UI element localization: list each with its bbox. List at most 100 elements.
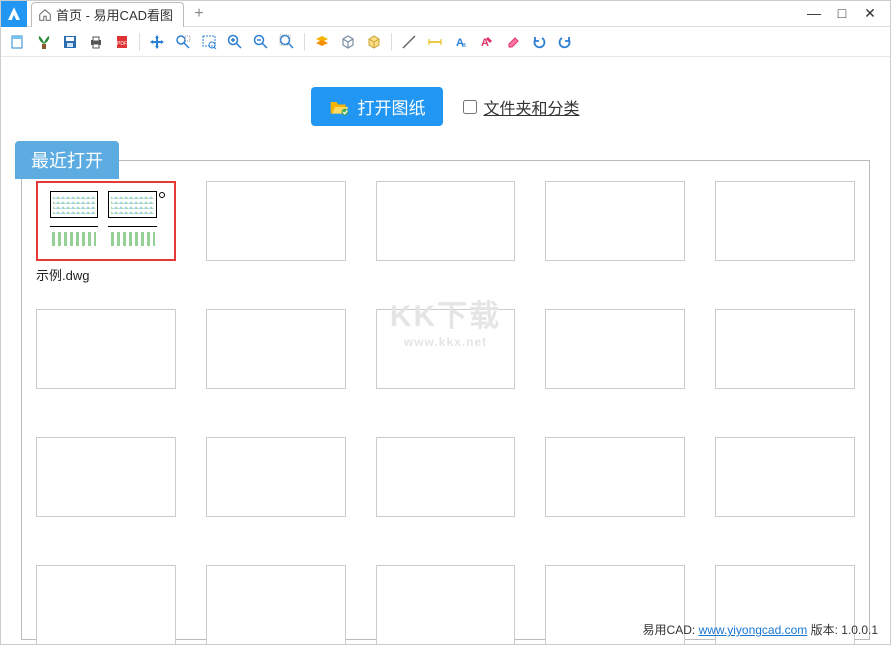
file-name-label <box>206 521 346 537</box>
file-name-label <box>545 393 685 409</box>
file-name-label <box>206 265 346 281</box>
new-icon[interactable] <box>7 31 29 53</box>
file-card <box>376 181 516 281</box>
top-actions: 打开图纸 文件夹和分类 <box>21 87 870 126</box>
folder-checkbox[interactable] <box>463 100 477 114</box>
file-thumbnail <box>206 309 346 389</box>
minimize-button[interactable]: — <box>806 5 822 22</box>
annotate-icon[interactable]: A <box>476 31 498 53</box>
file-card <box>36 437 176 537</box>
file-name-label <box>545 521 685 537</box>
file-card <box>206 437 346 537</box>
palm-icon[interactable] <box>33 31 55 53</box>
file-name-label <box>206 393 346 409</box>
file-name-label <box>376 265 516 281</box>
file-card[interactable]: 示例.dwg <box>36 181 176 281</box>
file-thumbnail <box>376 437 516 517</box>
file-name-label <box>715 649 855 665</box>
close-button[interactable]: ✕ <box>862 5 878 22</box>
dimension-icon[interactable] <box>424 31 446 53</box>
save-icon[interactable] <box>59 31 81 53</box>
recent-tab[interactable]: 最近打开 <box>15 141 119 179</box>
titlebar: 首页 - 易用CAD看图 + — □ ✕ <box>1 1 890 27</box>
file-name-label <box>715 521 855 537</box>
open-drawing-button[interactable]: 打开图纸 <box>311 87 443 126</box>
line-icon[interactable] <box>398 31 420 53</box>
file-card <box>545 181 685 281</box>
file-name-label <box>376 521 516 537</box>
file-name-label <box>36 393 176 409</box>
maximize-button[interactable]: □ <box>834 5 850 22</box>
folder-label: 文件夹和分类 <box>483 95 579 119</box>
file-name-label <box>36 521 176 537</box>
zoom-select-icon[interactable] <box>172 31 194 53</box>
window-controls: — □ ✕ <box>806 5 890 22</box>
file-thumbnail <box>206 565 346 645</box>
tab-add-button[interactable]: + <box>190 5 208 23</box>
file-card <box>206 309 346 409</box>
file-name-label <box>545 649 685 665</box>
folder-category-toggle[interactable]: 文件夹和分类 <box>463 95 579 119</box>
file-card <box>715 565 855 665</box>
svg-text:a: a <box>462 42 466 49</box>
file-name-label <box>206 649 346 665</box>
file-thumbnail <box>715 437 855 517</box>
file-card <box>376 437 516 537</box>
file-card <box>715 181 855 281</box>
version-number: 1.0.0.1 <box>841 623 878 637</box>
tab-home[interactable]: 首页 - 易用CAD看图 <box>31 2 184 27</box>
file-thumbnail <box>36 309 176 389</box>
toolbar: PDF Aa A <box>1 27 890 57</box>
file-thumbnail <box>206 437 346 517</box>
file-name-label <box>715 265 855 281</box>
file-thumbnail <box>376 565 516 645</box>
block-icon[interactable] <box>337 31 359 53</box>
file-name-label <box>376 393 516 409</box>
zoom-out-icon[interactable] <box>250 31 272 53</box>
file-card <box>206 181 346 281</box>
file-thumbnail <box>545 309 685 389</box>
file-thumbnail <box>36 437 176 517</box>
file-thumbnail <box>545 181 685 261</box>
footer: 易用CAD: www.yiyongcad.com 版本: 1.0.0.1 <box>643 621 878 638</box>
content-area: 打开图纸 文件夹和分类 最近打开 示例.dwg <box>1 57 890 650</box>
print-icon[interactable] <box>85 31 107 53</box>
file-thumbnail[interactable] <box>36 181 176 261</box>
file-name-label <box>545 265 685 281</box>
zoom-in-icon[interactable] <box>224 31 246 53</box>
text-icon[interactable]: Aa <box>450 31 472 53</box>
pan-icon[interactable] <box>146 31 168 53</box>
file-card <box>36 565 176 665</box>
file-thumbnail <box>376 181 516 261</box>
file-card <box>715 437 855 537</box>
cube-icon[interactable] <box>363 31 385 53</box>
zoom-window-icon[interactable] <box>198 31 220 53</box>
file-card <box>715 309 855 409</box>
file-card <box>376 309 516 409</box>
home-icon <box>38 8 52 22</box>
folder-open-icon <box>329 98 349 116</box>
recent-panel: 示例.dwg <box>21 160 870 640</box>
layers-icon[interactable] <box>311 31 333 53</box>
file-card <box>545 309 685 409</box>
file-card <box>545 565 685 665</box>
file-thumbnail <box>36 565 176 645</box>
erase-icon[interactable] <box>502 31 524 53</box>
open-button-label: 打开图纸 <box>357 94 425 119</box>
tab-label: 首页 - 易用CAD看图 <box>56 5 173 24</box>
file-card <box>545 437 685 537</box>
file-thumbnail <box>376 309 516 389</box>
website-link[interactable]: www.yiyongcad.com <box>699 623 808 637</box>
app-logo <box>1 1 27 27</box>
file-thumbnail <box>715 181 855 261</box>
zoom-extents-icon[interactable] <box>276 31 298 53</box>
file-name-label <box>715 393 855 409</box>
svg-text:PDF: PDF <box>117 41 127 47</box>
pdf-icon[interactable]: PDF <box>111 31 133 53</box>
file-card <box>376 565 516 665</box>
file-name-label <box>36 649 176 665</box>
file-thumbnail <box>715 309 855 389</box>
file-thumbnail <box>545 437 685 517</box>
undo-icon[interactable] <box>528 31 550 53</box>
redo-icon[interactable] <box>554 31 576 53</box>
